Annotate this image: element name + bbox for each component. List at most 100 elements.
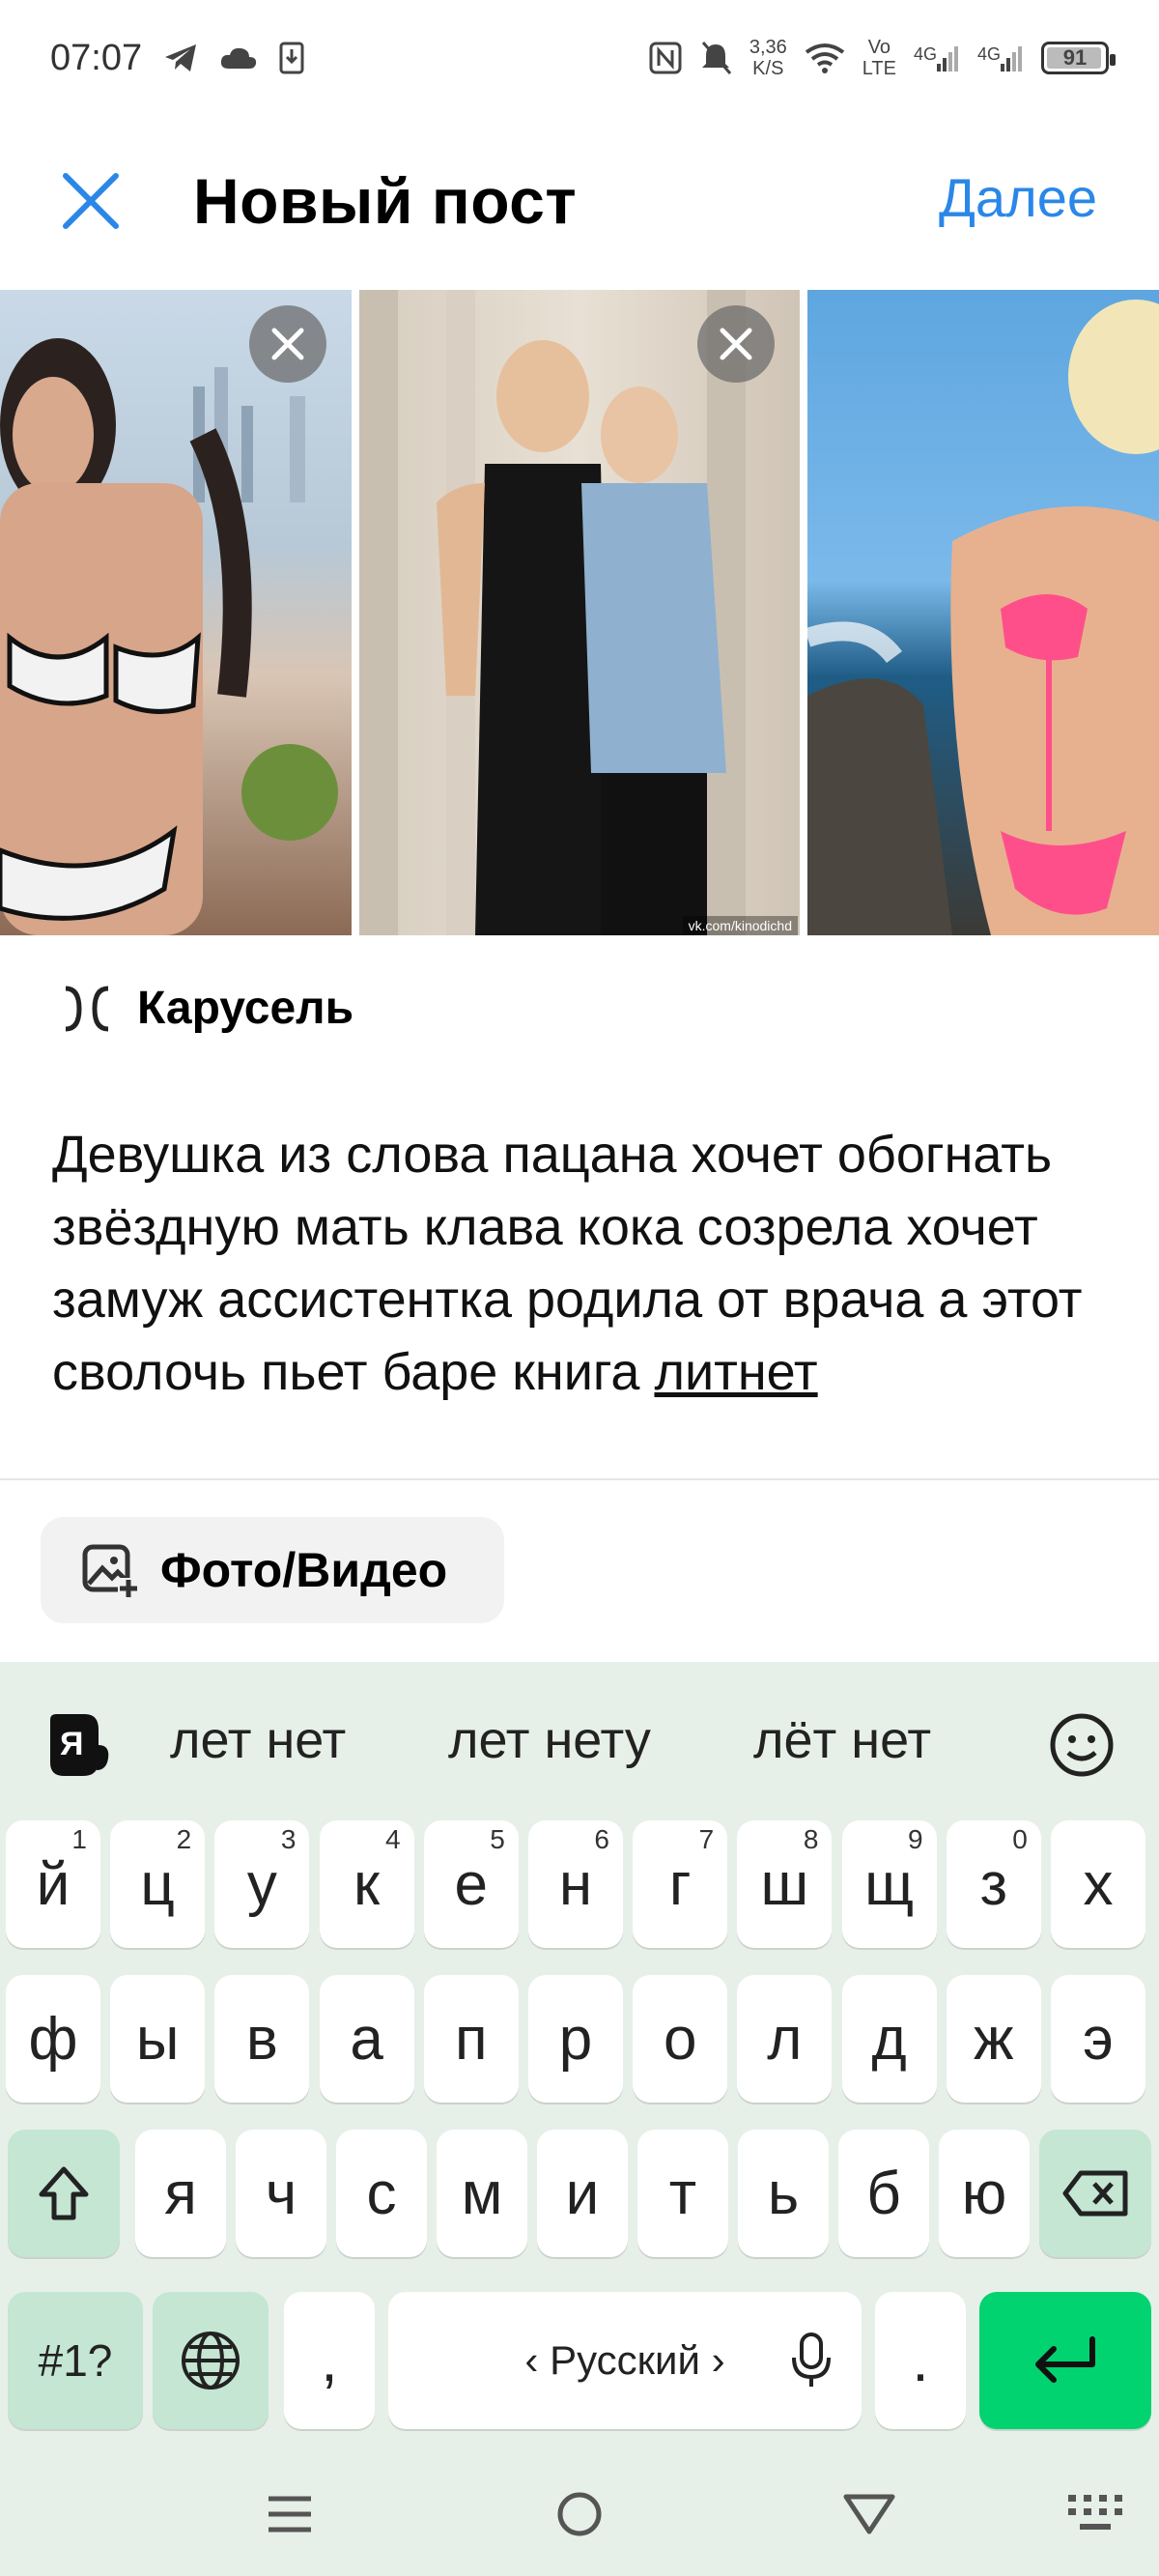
- key-н[interactable]: н6: [528, 1820, 623, 1948]
- key-у-label: у: [246, 1850, 277, 1918]
- yandex-logo-icon[interactable]: Я: [42, 1710, 112, 1780]
- page-title: Новый пост: [193, 165, 578, 237]
- divider: [0, 1478, 1159, 1480]
- carousel-photo-3[interactable]: [807, 290, 1159, 935]
- suggestion-2[interactable]: лет нету: [448, 1710, 651, 1770]
- symbols-key[interactable]: #1?: [8, 2292, 143, 2429]
- mute-icon: [699, 41, 732, 75]
- close-button[interactable]: [60, 170, 122, 232]
- close-icon: [271, 328, 304, 360]
- key-щ[interactable]: щ9: [841, 1820, 937, 1948]
- photo-2-image: [359, 290, 746, 935]
- key-е-hint: 5: [490, 1824, 505, 1854]
- key-м[interactable]: м: [437, 2130, 527, 2257]
- language-key[interactable]: [153, 2292, 269, 2429]
- key-а[interactable]: а: [319, 1975, 414, 2103]
- signal-2-label: 4G: [976, 44, 1001, 64]
- post-text-body: Девушка из слова пацана хочет обогнать з…: [52, 1126, 1083, 1401]
- image-add-icon: [82, 1544, 139, 1599]
- microphone-icon[interactable]: [790, 2331, 833, 2389]
- keyboard-hide-icon[interactable]: [1068, 2495, 1122, 2533]
- globe-icon: [182, 2332, 240, 2390]
- space-key[interactable]: ‹ Русский ›: [388, 2292, 862, 2429]
- key-ю[interactable]: ю: [939, 2130, 1030, 2257]
- carousel-photo-2[interactable]: vk.com/kinodichd: [359, 290, 800, 935]
- suggestion-3[interactable]: лёт нет: [753, 1710, 931, 1770]
- key-ы[interactable]: ы: [110, 1975, 206, 2103]
- key-п[interactable]: п: [423, 1975, 519, 2103]
- key-г-label: г: [668, 1850, 692, 1918]
- backspace-icon: [1062, 2170, 1128, 2217]
- key-т[interactable]: т: [637, 2130, 728, 2257]
- key-г[interactable]: г7: [633, 1820, 728, 1948]
- key-м-label: м: [461, 2160, 503, 2227]
- wifi-icon: [805, 43, 845, 73]
- carousel-photo-1[interactable]: [0, 290, 352, 935]
- key-л[interactable]: л: [737, 1975, 833, 2103]
- key-н-label: н: [558, 1850, 593, 1918]
- key-с[interactable]: с: [336, 2130, 427, 2257]
- key-р[interactable]: р: [528, 1975, 623, 2103]
- net-speed-value: 3,36: [749, 37, 787, 58]
- key-ц[interactable]: ц2: [110, 1820, 206, 1948]
- key-т-label: т: [668, 2160, 697, 2227]
- key-ш-hint: 8: [803, 1824, 819, 1854]
- key-в[interactable]: в: [214, 1975, 310, 2103]
- volte-top: Vo: [867, 37, 891, 58]
- key-у-hint: 3: [280, 1824, 297, 1854]
- key-о[interactable]: о: [633, 1975, 728, 2103]
- key-ч[interactable]: ч: [236, 2130, 326, 2257]
- period-key[interactable]: .: [875, 2292, 966, 2429]
- photo-carousel[interactable]: vk.com/kinodichd: [0, 290, 1159, 935]
- enter-key[interactable]: [979, 2292, 1151, 2429]
- key-х-label: х: [1083, 1850, 1114, 1918]
- carousel-label: Карусель: [137, 983, 354, 1034]
- key-д[interactable]: д: [841, 1975, 937, 2103]
- key-г-hint: 7: [698, 1824, 715, 1854]
- post-text-input[interactable]: Девушка из слова пацана хочет обогнать з…: [52, 1119, 1124, 1409]
- smiley-icon: [1050, 1713, 1114, 1777]
- key-у[interactable]: у3: [214, 1820, 310, 1948]
- emoji-button[interactable]: [1049, 1712, 1115, 1778]
- next-button[interactable]: Далее: [939, 166, 1097, 229]
- add-media-button[interactable]: Фото/Видео: [41, 1517, 504, 1623]
- signal-icon-1: 4G: [914, 44, 960, 72]
- carousel-toggle[interactable]: Карусель: [60, 982, 353, 1035]
- enter-icon: [1035, 2336, 1095, 2383]
- backspace-key[interactable]: [1039, 2130, 1151, 2257]
- recent-apps-icon[interactable]: [265, 2493, 315, 2535]
- key-б[interactable]: б: [838, 2130, 929, 2257]
- remove-photo-1-button[interactable]: [249, 305, 326, 383]
- status-time: 07:07: [50, 37, 143, 78]
- key-и[interactable]: и: [537, 2130, 628, 2257]
- key-в-label: в: [245, 2005, 278, 2073]
- close-icon: [63, 173, 119, 229]
- close-icon: [720, 328, 752, 360]
- key-к-hint: 4: [385, 1824, 401, 1854]
- svg-text:Я: Я: [60, 1726, 83, 1762]
- shift-key[interactable]: [8, 2130, 120, 2257]
- suggestion-1[interactable]: лет нет: [170, 1710, 346, 1770]
- key-я-label: я: [164, 2160, 197, 2227]
- key-ф[interactable]: ф: [6, 1975, 100, 2103]
- key-е[interactable]: е5: [423, 1820, 519, 1948]
- key-к[interactable]: к4: [319, 1820, 414, 1948]
- back-icon[interactable]: [842, 2493, 896, 2535]
- key-ш[interactable]: ш8: [737, 1820, 833, 1948]
- key-й[interactable]: й1: [6, 1820, 100, 1948]
- key-ь[interactable]: ь: [738, 2130, 829, 2257]
- key-з[interactable]: з0: [946, 1820, 1041, 1948]
- key-х[interactable]: х: [1051, 1820, 1145, 1948]
- home-icon[interactable]: [554, 2489, 605, 2539]
- key-я[interactable]: я: [135, 2130, 226, 2257]
- key-ы-label: ы: [135, 2005, 180, 2073]
- add-media-label: Фото/Видео: [160, 1543, 448, 1597]
- comma-key[interactable]: ,: [284, 2292, 375, 2429]
- remove-photo-2-button[interactable]: [697, 305, 775, 383]
- key-б-label: б: [866, 2160, 901, 2227]
- post-text-link[interactable]: литнет: [654, 1343, 817, 1401]
- key-ж[interactable]: ж: [946, 1975, 1041, 2103]
- key-э[interactable]: э: [1051, 1975, 1145, 2103]
- key-о-label: о: [663, 2005, 697, 2073]
- key-ф-label: ф: [28, 2005, 78, 2073]
